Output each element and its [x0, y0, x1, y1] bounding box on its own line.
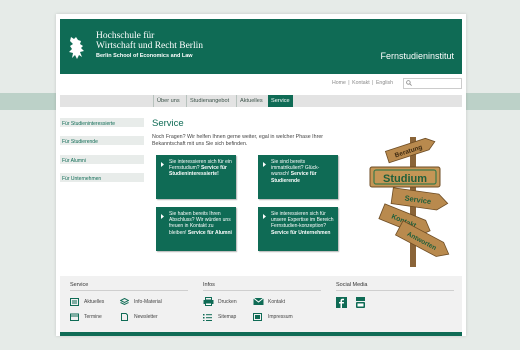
news-icon — [70, 298, 79, 306]
footer-link-impressum[interactable]: Impressum — [268, 313, 293, 321]
site-header: Hochschule für Wirtschaft und Recht Berl… — [60, 19, 462, 74]
nav-studienangebot[interactable]: Studienangebot — [186, 95, 232, 107]
site-title: Fernstudieninstitut — [380, 51, 454, 61]
kontakt-link[interactable]: Kontakt — [352, 80, 370, 86]
nav-ueber-uns[interactable]: Über uns — [153, 95, 183, 107]
university-name-line2[interactable]: Wirtschaft und Recht Berlin — [96, 41, 203, 51]
nav-service[interactable]: Service — [268, 95, 293, 107]
search-input[interactable] — [403, 78, 462, 89]
footer-heading-social: Social Media — [336, 282, 368, 288]
arrow-right-icon — [161, 214, 164, 219]
footer-link-kontakt[interactable]: Kontakt — [268, 298, 285, 306]
separator: | — [348, 80, 350, 86]
arrow-right-icon — [161, 162, 164, 167]
tile-studierende[interactable]: Sie sind bereits immatrikuliert? Glück-w… — [258, 155, 338, 199]
facebook-icon[interactable] — [336, 297, 347, 308]
sidebar-item-studieninteressierte[interactable]: Für Studieninteressierte — [60, 118, 144, 130]
tile-studieninteressierte[interactable]: Sie interessieren sich für ein Fernstudi… — [156, 155, 236, 199]
university-name-line1[interactable]: Hochschule für — [96, 31, 154, 41]
utility-links: Home | Kontakt | English — [332, 80, 393, 86]
footer-link-newsletter[interactable]: Newsletter — [134, 313, 158, 321]
tile-link[interactable]: Service für Alumni — [188, 230, 232, 236]
tile-text: Sie interessieren sich für unsere Expert… — [271, 211, 334, 230]
sidebar-item-studierende[interactable]: Für Studierende — [60, 136, 144, 148]
info-document-icon — [253, 313, 262, 321]
sidebar-item-alumni[interactable]: Für Alumni — [60, 155, 144, 167]
layers-icon — [120, 298, 129, 306]
footer-link-aktuelles[interactable]: Aktuelles — [84, 298, 104, 306]
sidebar-item-unternehmen[interactable]: Für Unternehmen — [60, 173, 144, 185]
search-icon[interactable] — [406, 80, 412, 86]
footer-link-drucken[interactable]: Drucken — [218, 298, 237, 306]
tile-unternehmen[interactable]: Sie interessieren sich für unsere Expert… — [258, 207, 338, 251]
calendar-icon — [70, 313, 79, 321]
university-name-english: Berlin School of Economics and Law — [96, 53, 193, 59]
youtube-icon[interactable] — [356, 297, 365, 308]
footer-link-sitemap[interactable]: Sitemap — [218, 313, 236, 321]
tile-alumni[interactable]: Sie haben bereits Ihren Abschluss? Wir w… — [156, 207, 236, 251]
main-navigation: Über uns Studienangebot Aktuelles Servic… — [60, 95, 462, 107]
nav-aktuelles[interactable]: Aktuelles — [236, 95, 266, 107]
divider — [203, 290, 321, 291]
divider — [336, 290, 454, 291]
separator: | — [372, 80, 374, 86]
footer-bar — [60, 332, 462, 336]
footer-link-info-material[interactable]: Info-Material — [134, 298, 162, 306]
divider — [70, 290, 188, 291]
mail-icon — [253, 297, 264, 305]
intro-text: Noch Fragen? Wir helfen Ihnen gerne weit… — [152, 134, 324, 147]
page-title: Service — [152, 118, 184, 129]
home-link[interactable]: Home — [332, 80, 346, 86]
arrow-right-icon — [263, 162, 266, 167]
document-icon — [121, 313, 128, 321]
bear-icon[interactable] — [67, 35, 87, 61]
signpost-image: Beratung Studium Service Kontakt Antwort… — [369, 137, 450, 267]
footer-link-termine[interactable]: Termine — [84, 313, 102, 321]
site-footer: Service Infos Social Media Aktuelles Inf… — [60, 276, 462, 332]
list-icon — [203, 314, 212, 321]
sidebar: Für Studieninteressierte Für Studierende… — [60, 118, 144, 185]
signpost-label-studium: Studium — [383, 173, 427, 185]
tile-link[interactable]: Service für Unternehmen — [271, 230, 330, 236]
footer-heading-infos: Infos — [203, 282, 215, 288]
print-icon — [203, 297, 214, 306]
arrow-right-icon — [263, 214, 266, 219]
page-container: Hochschule für Wirtschaft und Recht Berl… — [56, 14, 466, 336]
footer-heading-service: Service — [70, 282, 89, 288]
english-link[interactable]: English — [376, 80, 393, 86]
